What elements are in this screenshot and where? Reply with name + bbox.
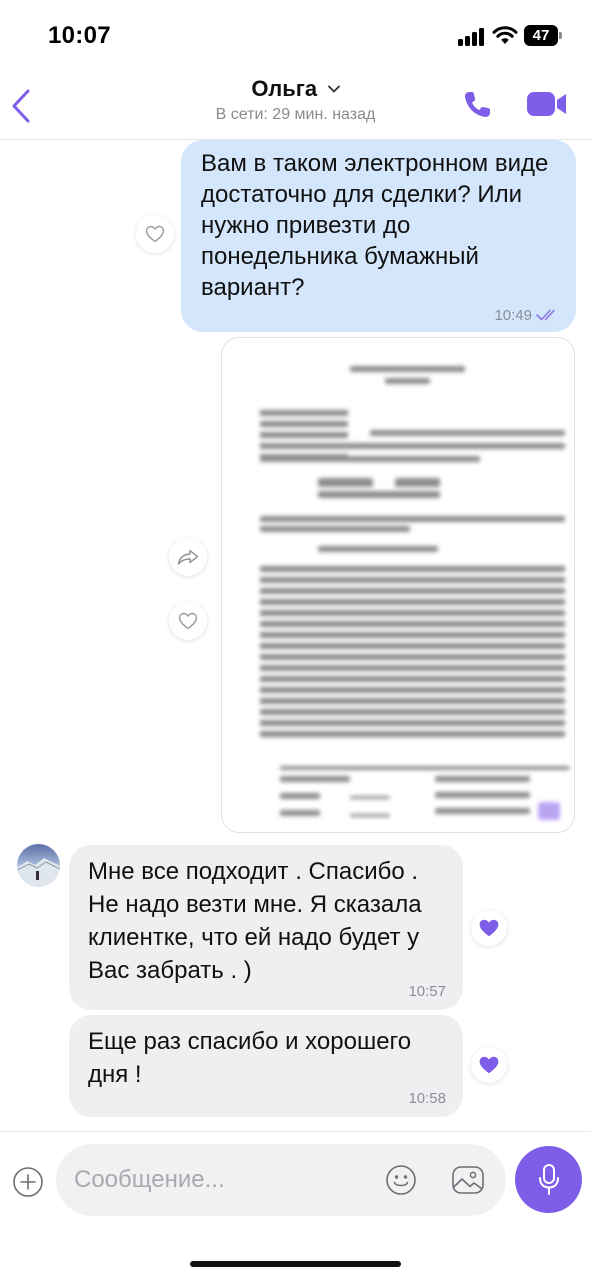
video-camera-icon[interactable] <box>526 90 568 118</box>
cellular-signal-icon <box>458 28 486 46</box>
heart-filled-icon <box>479 1056 499 1074</box>
avatar[interactable] <box>17 844 60 887</box>
message-field <box>56 1144 506 1216</box>
contact-status: В сети: 29 мин. назад <box>215 106 376 123</box>
contact-info[interactable]: Ольга В сети: 29 мин. назад <box>0 76 591 124</box>
message-text: Еще раз спасибо и хорошего дня ! <box>88 1028 412 1088</box>
emoji-icon[interactable] <box>385 1164 417 1196</box>
heart-icon <box>145 225 165 243</box>
document-image-message[interactable] <box>221 337 575 833</box>
like-button[interactable] <box>136 215 174 253</box>
heart-icon <box>178 612 198 630</box>
double-check-icon <box>536 309 555 321</box>
message-text: Мне все подходит . Спасибо . Не надо вез… <box>88 858 422 984</box>
share-icon <box>177 549 199 565</box>
phone-icon[interactable] <box>462 90 494 120</box>
share-button[interactable] <box>169 538 207 576</box>
outgoing-message[interactable]: Вам в таком электронном виде достаточно … <box>181 140 576 332</box>
signature-mark <box>538 802 560 820</box>
status-time: 10:07 <box>48 22 111 49</box>
status-bar: 10:07 47 <box>0 0 591 70</box>
message-input[interactable] <box>74 1144 374 1216</box>
microphone-button[interactable] <box>515 1146 582 1213</box>
gallery-icon[interactable] <box>451 1164 485 1196</box>
battery-level: 47 <box>524 25 558 46</box>
contact-name: Ольга <box>251 76 318 101</box>
message-text: Вам в таком электронном виде достаточно … <box>201 150 549 301</box>
incoming-message[interactable]: Еще раз спасибо и хорошего дня ! 10:58 <box>69 1015 463 1117</box>
plus-icon[interactable] <box>12 1166 44 1198</box>
chat-header: Ольга В сети: 29 мин. назад <box>0 70 591 140</box>
home-indicator <box>190 1261 401 1267</box>
blurred-document-page <box>240 348 570 826</box>
message-time: 10:58 <box>408 1090 446 1107</box>
message-time: 10:57 <box>408 983 446 1000</box>
message-time: 10:49 <box>494 307 532 324</box>
like-button[interactable] <box>169 602 207 640</box>
chevron-down-icon <box>327 85 340 93</box>
incoming-message[interactable]: Мне все подходит . Спасибо . Не надо вез… <box>69 845 463 1010</box>
wifi-icon <box>492 26 518 44</box>
composer-bar <box>0 1131 591 1280</box>
liked-reaction-button[interactable] <box>471 910 507 946</box>
battery-icon: 47 <box>524 25 562 46</box>
heart-filled-icon <box>479 919 499 937</box>
liked-reaction-button[interactable] <box>471 1047 507 1083</box>
microphone-icon <box>538 1163 559 1195</box>
